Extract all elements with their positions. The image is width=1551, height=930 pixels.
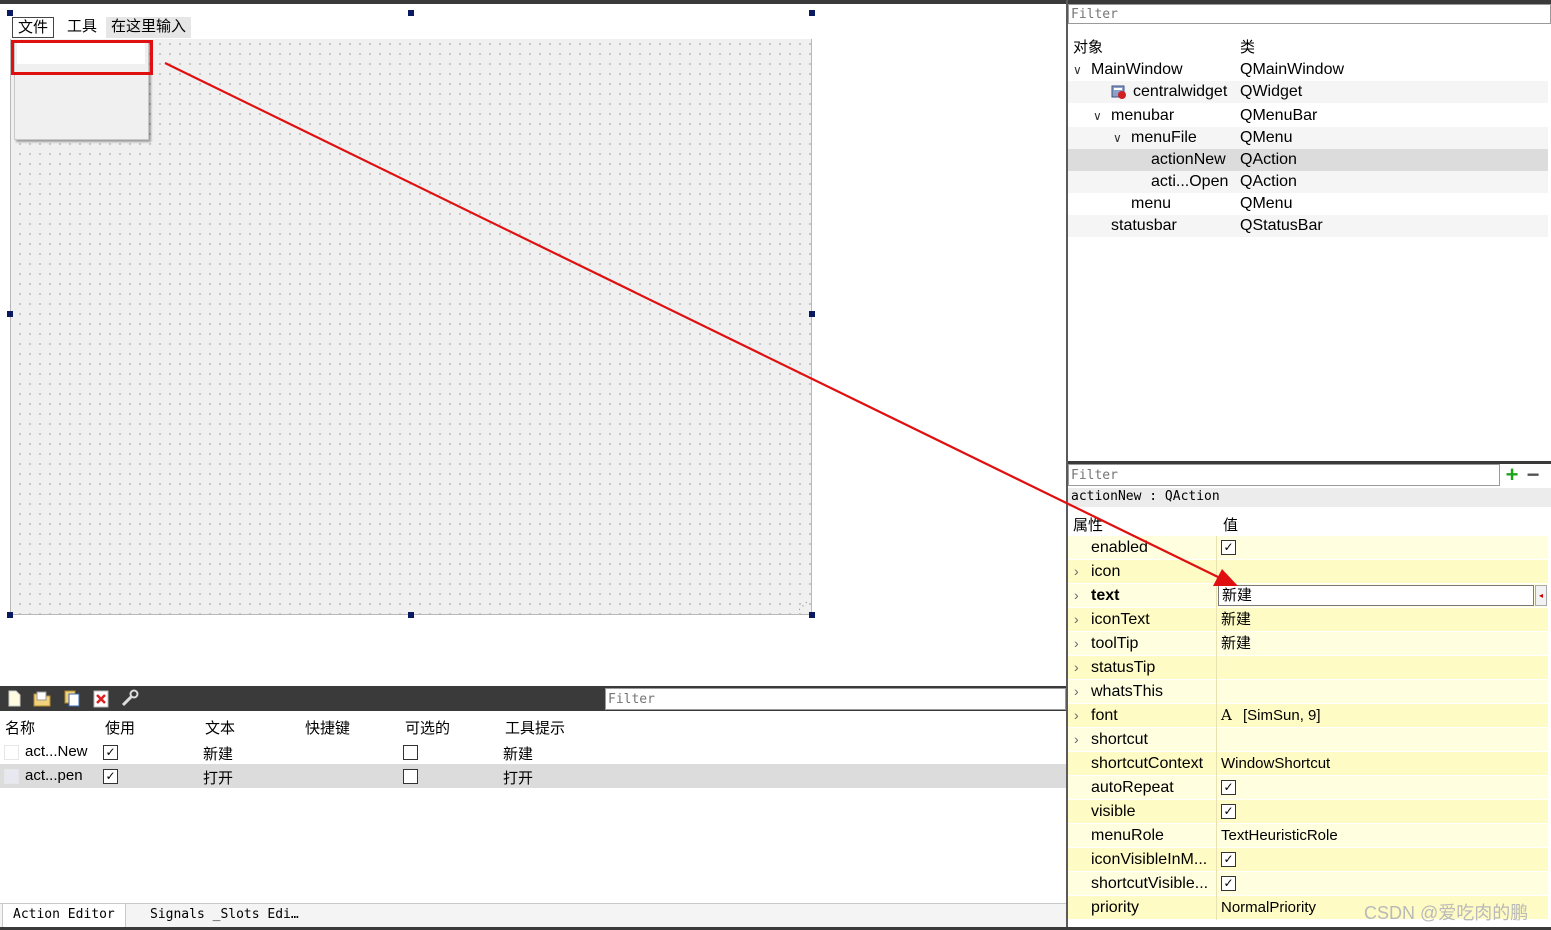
header-object: 对象	[1073, 39, 1104, 56]
col-text[interactable]: 文本	[205, 717, 235, 738]
checkbox[interactable]: ✓	[103, 769, 118, 784]
checkbox[interactable]	[403, 769, 418, 784]
chevron-right-icon[interactable]: ›	[1074, 728, 1079, 751]
menu-type-here[interactable]: 在这里输入	[106, 17, 192, 38]
header-property: 属性	[1073, 517, 1104, 534]
checkbox[interactable]: ✓	[103, 745, 118, 760]
tree-row-centralwidget[interactable]: centralwidget QWidget	[1068, 81, 1548, 103]
property-object-label: actionNew : QAction	[1068, 488, 1551, 507]
highlight-box	[11, 40, 153, 75]
chevron-down-icon[interactable]: ∨	[1073, 59, 1082, 81]
prop-row-autorepeat[interactable]: autoRepeat ✓	[1068, 776, 1548, 800]
tree-row-mainwindow[interactable]: ∨ MainWindow QMainWindow	[1068, 59, 1548, 81]
col-used[interactable]: 使用	[105, 717, 135, 738]
tree-row-statusbar[interactable]: statusbar QStatusBar	[1068, 215, 1548, 237]
checkbox[interactable]: ✓	[1221, 540, 1236, 555]
tab-action-editor[interactable]: Action Editor	[2, 904, 126, 929]
prop-row-icon[interactable]: › icon	[1068, 560, 1548, 584]
prop-row-statustip[interactable]: › statusTip	[1068, 656, 1548, 680]
menu-file[interactable]: 文件	[12, 17, 55, 38]
size-grip-icon[interactable]: ⋰	[798, 601, 808, 612]
plus-icon[interactable]: +	[1502, 464, 1522, 486]
tree-row-menufile[interactable]: ∨ menuFile QMenu	[1068, 127, 1548, 149]
tree-row-actionopen[interactable]: acti...Open QAction	[1068, 171, 1548, 193]
col-tooltip[interactable]: 工具提示	[505, 717, 565, 738]
action-table-header: 名称 使用 文本 快捷键 可选的 工具提示	[0, 714, 1066, 740]
checkbox[interactable]: ✓	[1221, 780, 1236, 795]
resize-handle[interactable]	[809, 311, 815, 317]
new-action-icon[interactable]	[4, 689, 24, 708]
prop-row-shortcut[interactable]: › shortcut	[1068, 728, 1548, 752]
action-icon	[4, 745, 19, 760]
resize-handle[interactable]	[7, 612, 13, 618]
reset-icon[interactable]: ◂	[1535, 585, 1547, 606]
col-name[interactable]: 名称	[5, 717, 35, 738]
resize-handle[interactable]	[809, 612, 815, 618]
col-shortcut[interactable]: 快捷键	[305, 717, 350, 738]
prop-row-tooltip[interactable]: › toolTip 新建	[1068, 632, 1548, 656]
prop-row-enabled[interactable]: enabled ✓	[1068, 536, 1548, 560]
prop-row-text[interactable]: › text 新建 ◂	[1068, 584, 1548, 608]
chevron-right-icon[interactable]: ›	[1074, 584, 1079, 607]
table-row[interactable]: act...New ✓ 新建 新建	[0, 740, 1066, 764]
chevron-right-icon[interactable]: ›	[1074, 608, 1079, 631]
chevron-right-icon[interactable]: ›	[1074, 680, 1079, 703]
property-filter-input[interactable]	[1068, 464, 1500, 486]
header-class: 类	[1240, 39, 1256, 56]
watermark: CSDN @爱吃肉的鹏	[1364, 903, 1529, 923]
resize-handle[interactable]	[7, 10, 13, 16]
chevron-right-icon[interactable]: ›	[1074, 560, 1079, 583]
prop-row-font[interactable]: › font A [SimSun, 9]	[1068, 704, 1548, 728]
tab-signals-slots-editor[interactable]: Signals _Slots Edi…	[140, 904, 309, 929]
tree-row-menubar[interactable]: ∨ menubar QMenuBar	[1068, 105, 1548, 127]
menu-tools[interactable]: 工具	[62, 17, 102, 38]
tree-row-actionnew[interactable]: actionNew QAction	[1068, 149, 1548, 171]
prop-row-visible[interactable]: visible ✓	[1068, 800, 1548, 824]
prop-row-whatsthis[interactable]: › whatsThis	[1068, 680, 1548, 704]
minus-icon[interactable]: −	[1523, 464, 1543, 486]
text-value-editor[interactable]: 新建	[1218, 585, 1534, 606]
tree-row-menu[interactable]: menu QMenu	[1068, 193, 1548, 215]
object-filter-input[interactable]	[1068, 4, 1551, 24]
checkbox[interactable]	[403, 745, 418, 760]
chevron-down-icon[interactable]: ∨	[1113, 127, 1122, 149]
top-border	[0, 0, 1068, 4]
prop-row-shortcutcontext[interactable]: shortcutContext WindowShortcut	[1068, 752, 1548, 776]
widget-icon	[1111, 85, 1126, 99]
prop-row-menurole[interactable]: menuRole TextHeuristicRole	[1068, 824, 1548, 848]
col-checkable[interactable]: 可选的	[405, 717, 450, 738]
font-icon: A	[1221, 706, 1232, 724]
checkbox[interactable]: ✓	[1221, 876, 1236, 891]
resize-handle[interactable]	[809, 10, 815, 16]
prop-row-iconvisibleinmenu[interactable]: iconVisibleInM... ✓	[1068, 848, 1548, 872]
resize-handle[interactable]	[7, 311, 13, 317]
configure-icon[interactable]	[120, 689, 140, 708]
action-filter-input[interactable]	[605, 688, 1066, 710]
prop-row-icontext[interactable]: › iconText 新建	[1068, 608, 1548, 632]
form-menubar[interactable]: 文件 工具 在这里输入	[10, 14, 812, 39]
property-editor-header: 属性 值	[1068, 510, 1551, 536]
bottom-tab-bar: Action Editor Signals _Slots Edi…	[0, 903, 1066, 930]
action-icon	[4, 769, 19, 784]
prop-row-shortcutvisible[interactable]: shortcutVisible... ✓	[1068, 872, 1548, 896]
chevron-right-icon[interactable]: ›	[1074, 704, 1079, 727]
resize-handle[interactable]	[408, 10, 414, 16]
checkbox[interactable]: ✓	[1221, 804, 1236, 819]
chevron-right-icon[interactable]: ›	[1074, 632, 1079, 655]
table-row[interactable]: act...pen ✓ 打开 打开	[0, 764, 1066, 788]
object-inspector-header: 对象 类	[1068, 34, 1551, 56]
chevron-right-icon[interactable]: ›	[1074, 656, 1079, 679]
resize-handle[interactable]	[408, 612, 414, 618]
checkbox[interactable]: ✓	[1221, 852, 1236, 867]
copy-icon[interactable]	[62, 689, 82, 708]
delete-icon[interactable]	[91, 689, 111, 708]
header-value: 值	[1223, 517, 1239, 534]
chevron-down-icon[interactable]: ∨	[1093, 105, 1102, 127]
open-folder-icon[interactable]	[32, 689, 52, 708]
